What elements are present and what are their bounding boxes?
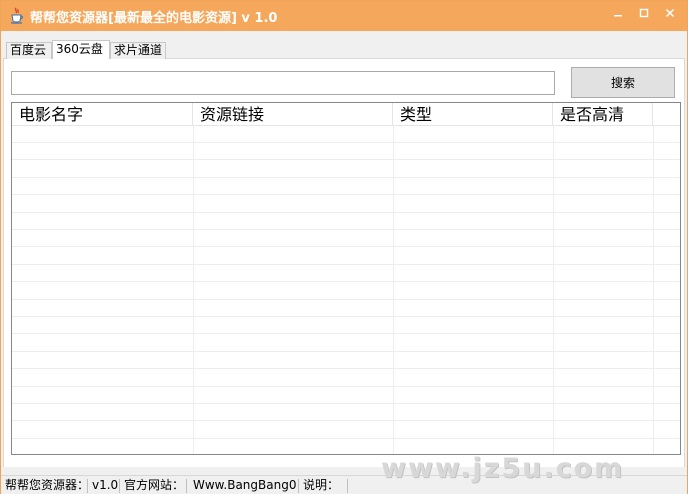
status-separator — [186, 479, 187, 493]
status-site-url[interactable]: Www.BangBang0. — [189, 477, 297, 494]
maximize-icon — [639, 8, 649, 18]
table-row[interactable] — [12, 387, 680, 404]
table-row[interactable] — [12, 143, 680, 161]
tab-request-channel[interactable]: 求片通道 — [110, 42, 166, 59]
status-version: v1.0 — [92, 478, 119, 492]
table-row[interactable] — [12, 283, 680, 300]
results-table[interactable]: 电影名字 资源链接 类型 是否高清 — [11, 102, 681, 455]
tab-360-cloud[interactable]: 360云盘 — [52, 40, 110, 59]
close-button[interactable] — [657, 3, 683, 23]
column-header-hd[interactable]: 是否高清 — [553, 103, 653, 126]
table-row[interactable] — [12, 317, 680, 335]
table-row[interactable] — [12, 422, 680, 439]
table-row[interactable] — [12, 178, 680, 196]
table-row[interactable] — [12, 196, 680, 213]
table-row[interactable] — [12, 335, 680, 352]
close-icon — [665, 8, 675, 18]
tab-strip: 百度云 求片通道 360云盘 — [4, 40, 686, 59]
table-row[interactable] — [12, 161, 680, 178]
table-row[interactable] — [12, 265, 680, 283]
table-body — [12, 126, 680, 454]
tab-baidu-cloud[interactable]: 百度云 — [6, 42, 52, 59]
status-app-name: 帮帮您资源器： — [5, 478, 87, 492]
java-cup-icon — [9, 7, 25, 25]
table-row[interactable] — [12, 230, 680, 248]
table-row[interactable] — [12, 370, 680, 387]
table-row[interactable] — [12, 300, 680, 317]
column-header-movie-name[interactable]: 电影名字 — [12, 103, 193, 126]
window-title: 帮帮您资源器[最新最全的电影资源] v 1.0 — [30, 11, 278, 26]
minimize-icon — [614, 15, 622, 17]
title-bar[interactable]: 帮帮您资源器[最新最全的电影资源] v 1.0 — [1, 1, 687, 31]
table-row[interactable] — [12, 126, 680, 143]
status-note-label: 说明： — [303, 478, 340, 492]
table-row[interactable] — [12, 352, 680, 370]
status-site-label: 官方网站： — [124, 478, 185, 492]
table-row[interactable] — [12, 213, 680, 230]
maximize-button[interactable] — [631, 3, 657, 23]
search-input[interactable] — [11, 71, 555, 95]
search-button[interactable]: 搜索 — [571, 67, 675, 98]
column-header-type[interactable]: 类型 — [393, 103, 553, 126]
minimize-button[interactable] — [605, 3, 631, 23]
watermark-text: www.jz5u.com — [381, 453, 625, 484]
status-separator — [347, 479, 348, 493]
table-row[interactable] — [12, 248, 680, 265]
app-window: 帮帮您资源器[最新最全的电影资源] v 1.0 百度云 求片通道 360云盘 搜… — [0, 0, 688, 494]
table-row[interactable] — [12, 404, 680, 422]
column-header-resource-link[interactable]: 资源链接 — [193, 103, 393, 126]
table-header: 电影名字 资源链接 类型 是否高清 — [12, 103, 680, 126]
